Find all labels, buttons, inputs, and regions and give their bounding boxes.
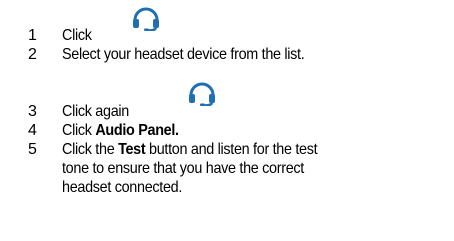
step-text-prefix: Click <box>62 122 96 139</box>
step-number: 1 <box>28 27 37 44</box>
step-text: Click Audio Panel. <box>62 121 415 140</box>
step-number: 5 <box>28 141 37 158</box>
step-text-prefix: Click the <box>62 141 119 158</box>
headset-icon <box>133 7 159 31</box>
step-number: 2 <box>28 46 37 63</box>
step-text: Click the Test button and listen for the… <box>62 140 415 197</box>
step-text: Select your headset device from the list… <box>62 46 305 63</box>
test-button-label: Test <box>118 141 146 158</box>
instruction-list: 1 Click 2 Select your headset device fro… <box>0 0 454 241</box>
headset-icon <box>189 82 215 106</box>
step-text: Click again <box>62 103 129 120</box>
audio-panel-label: Audio Panel. <box>95 122 179 139</box>
step-number: 4 <box>28 122 37 139</box>
step-number: 3 <box>28 103 37 120</box>
step-text: Click <box>62 27 92 44</box>
